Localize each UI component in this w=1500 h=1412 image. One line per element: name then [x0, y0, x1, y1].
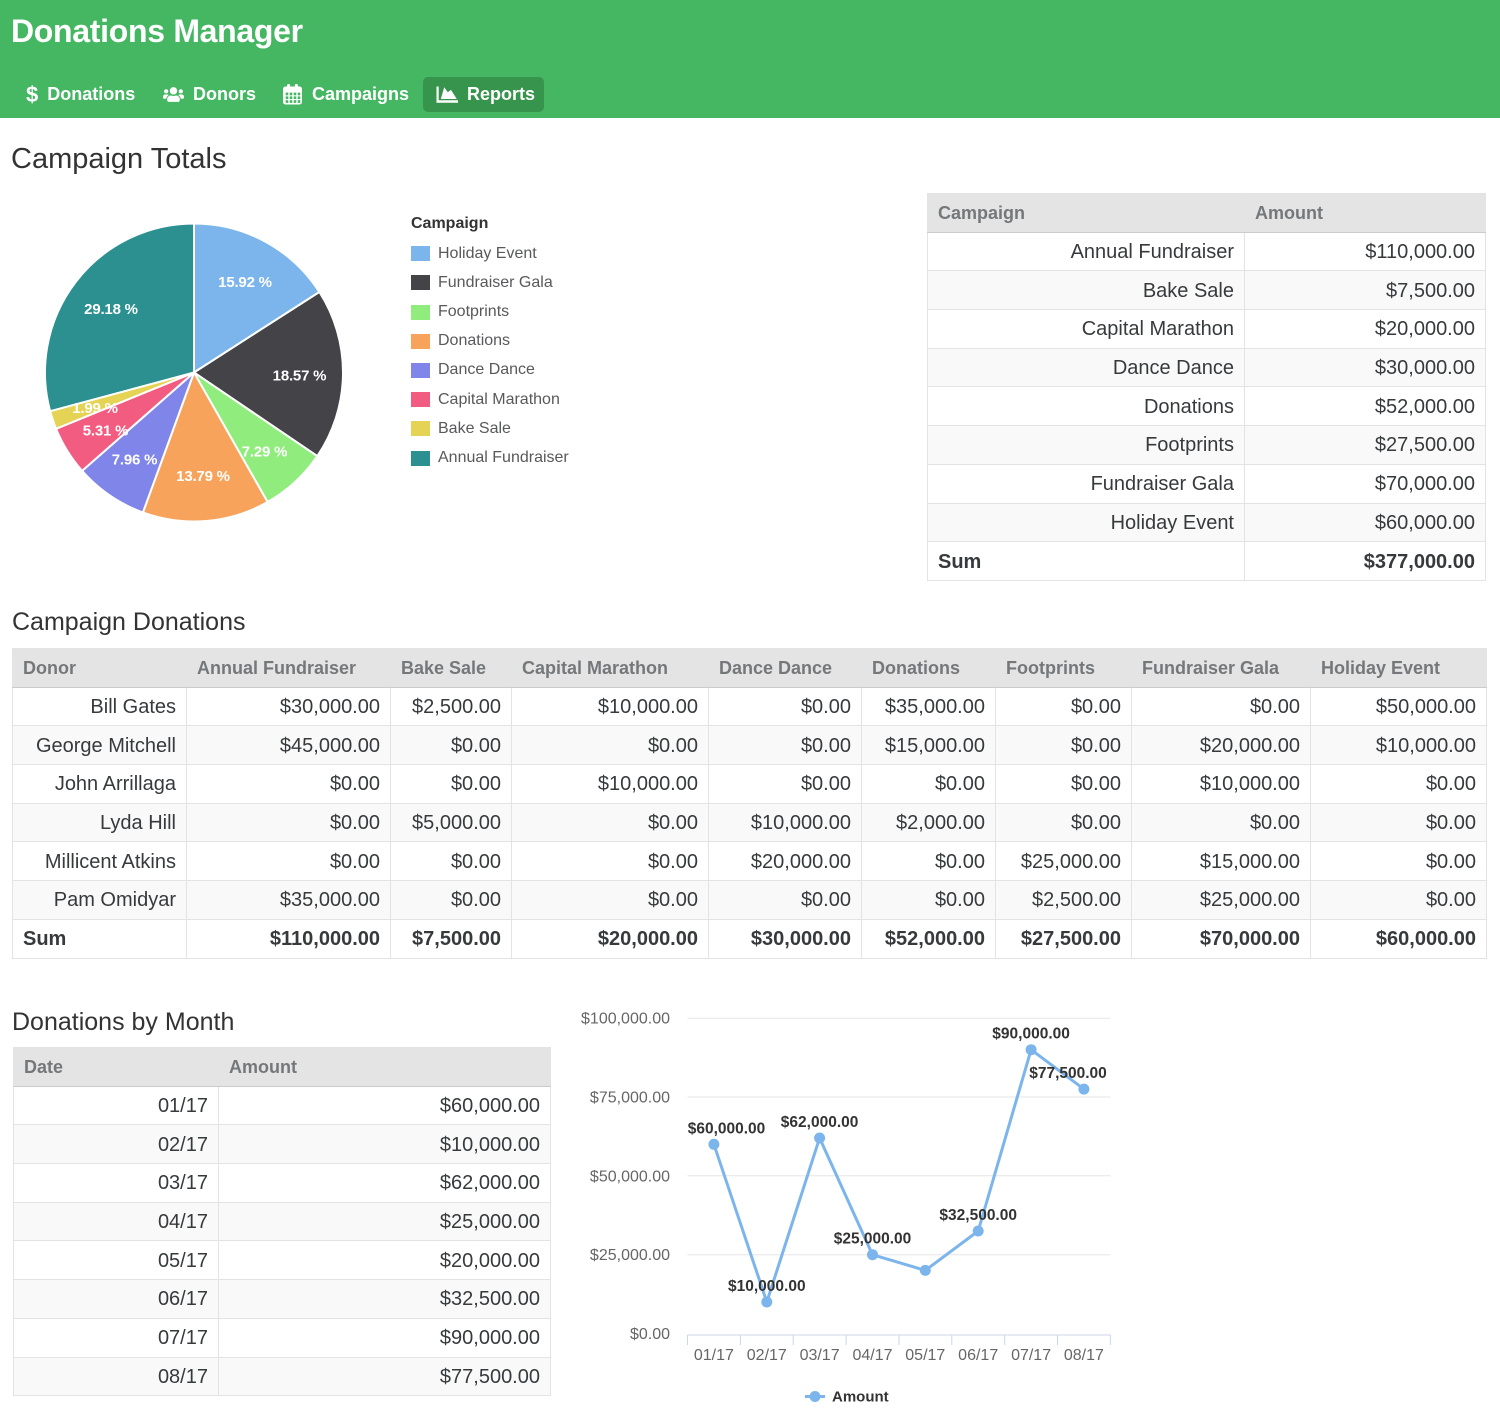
svg-text:$50,000.00: $50,000.00: [590, 1168, 670, 1185]
svg-text:$10,000.00: $10,000.00: [728, 1278, 806, 1295]
svg-text:$90,000.00: $90,000.00: [992, 1026, 1070, 1043]
svg-text:04/17: 04/17: [852, 1347, 892, 1364]
svg-text:$75,000.00: $75,000.00: [590, 1090, 670, 1107]
svg-text:$25,000.00: $25,000.00: [590, 1247, 670, 1264]
svg-text:06/17: 06/17: [958, 1347, 998, 1364]
svg-text:$0.00: $0.00: [630, 1326, 670, 1343]
svg-text:07/17: 07/17: [1011, 1347, 1051, 1364]
svg-text:$77,500.00: $77,500.00: [1029, 1065, 1107, 1082]
svg-text:$32,500.00: $32,500.00: [939, 1207, 1017, 1224]
svg-text:$25,000.00: $25,000.00: [834, 1231, 912, 1248]
svg-text:$60,000.00: $60,000.00: [688, 1120, 766, 1137]
svg-text:$62,000.00: $62,000.00: [781, 1114, 859, 1131]
svg-text:Amount: Amount: [832, 1389, 889, 1406]
svg-text:08/17: 08/17: [1064, 1347, 1104, 1364]
svg-text:$100,000.00: $100,000.00: [581, 1011, 670, 1028]
svg-text:05/17: 05/17: [905, 1347, 945, 1364]
svg-text:02/17: 02/17: [747, 1347, 787, 1364]
svg-text:01/17: 01/17: [694, 1347, 734, 1364]
svg-text:03/17: 03/17: [800, 1347, 840, 1364]
